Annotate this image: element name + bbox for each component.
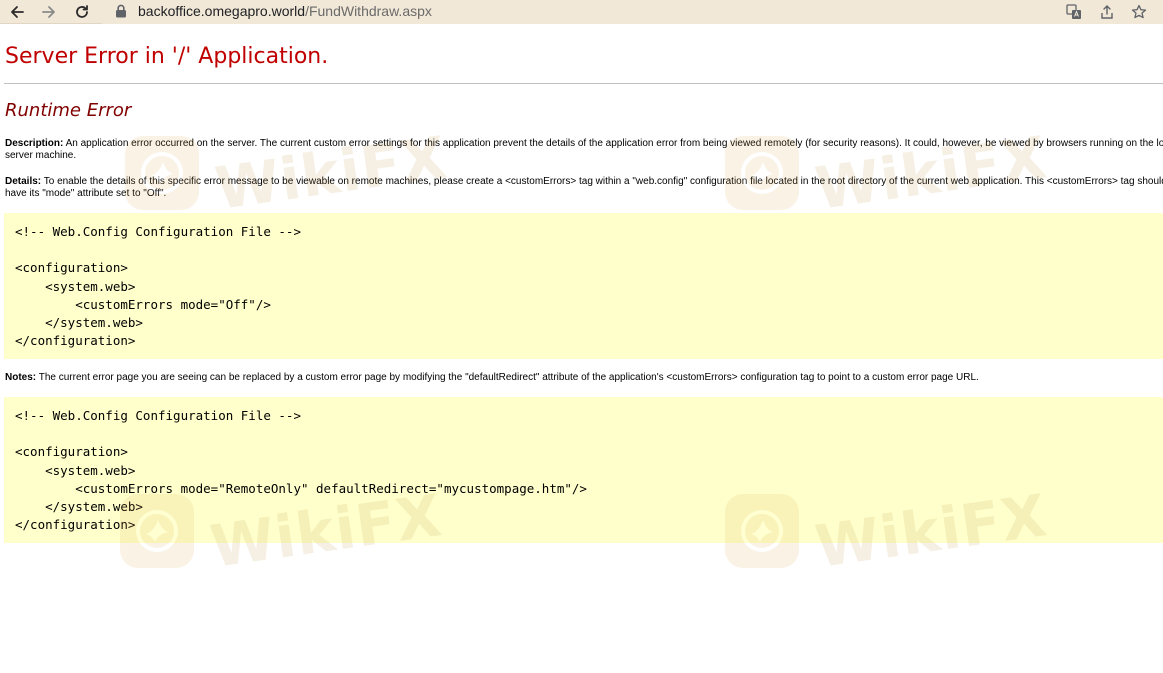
code-block-config-remote: <!-- Web.Config Configuration File --> <… — [4, 397, 1163, 543]
translate-icon[interactable] — [1065, 3, 1083, 21]
notes-paragraph: Notes: The current error page you are se… — [5, 372, 1163, 384]
back-arrow-icon[interactable] — [6, 2, 28, 22]
reload-icon[interactable] — [71, 2, 93, 22]
page-title: Server Error in '/' Application. — [5, 44, 329, 69]
share-icon[interactable] — [1098, 3, 1116, 21]
description-label: Description: — [5, 138, 64, 149]
notes-text: The current error page you are seeing ca… — [36, 372, 979, 383]
code-sample-1: <!-- Web.Config Configuration File --> <… — [15, 224, 301, 349]
details-label: Details: — [5, 176, 42, 187]
url-host: backoffice.omegapro.world — [138, 3, 306, 19]
description-paragraph: Description: An application error occurr… — [5, 138, 1163, 162]
code-block-config-off: <!-- Web.Config Configuration File --> <… — [4, 213, 1163, 359]
description-text: An application error occurred on the ser… — [5, 138, 1163, 161]
details-paragraph: Details: To enable the details of this s… — [5, 176, 1163, 200]
url-text: backoffice.omegapro.world/FundWithdraw.a… — [138, 3, 432, 19]
error-subtitle: Runtime Error — [5, 100, 132, 121]
details-text: To enable the details of this specific e… — [5, 176, 1163, 199]
url-path: /FundWithdraw.aspx — [305, 3, 432, 19]
error-page: Server Error in '/' Application. Runtime… — [0, 24, 1163, 673]
browser-toolbar: backoffice.omegapro.world/FundWithdraw.a… — [0, 0, 1163, 24]
code-sample-2: <!-- Web.Config Configuration File --> <… — [15, 408, 587, 533]
address-bar[interactable]: backoffice.omegapro.world/FundWithdraw.a… — [102, 0, 1163, 24]
bookmark-star-icon[interactable] — [1130, 3, 1148, 21]
divider — [4, 83, 1163, 84]
lock-icon — [115, 4, 127, 23]
notes-label: Notes: — [5, 372, 37, 383]
forward-arrow-icon[interactable] — [38, 2, 60, 22]
